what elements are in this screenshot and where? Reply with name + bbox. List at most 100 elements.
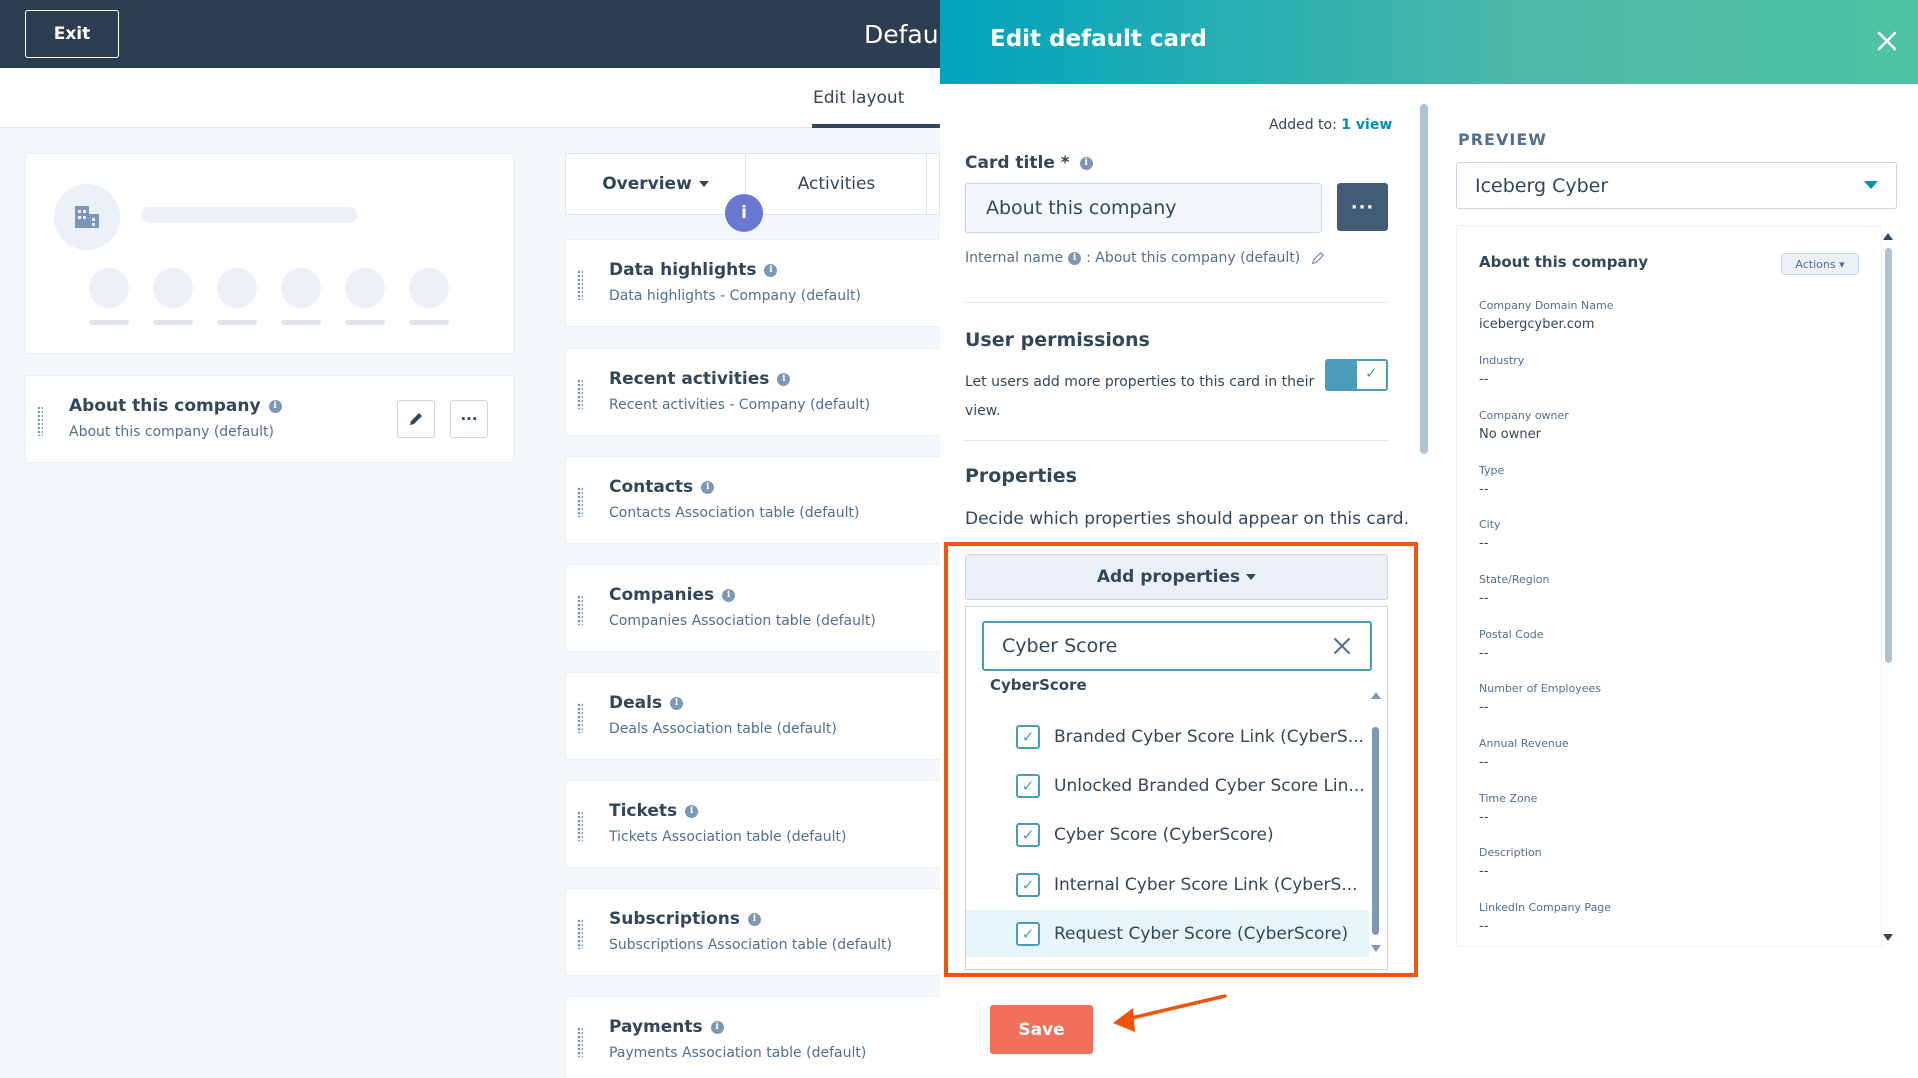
form-scrollbar-thumb[interactable] [1420, 104, 1428, 454]
checkbox-checked[interactable]: ✓ [1016, 773, 1040, 798]
info-icon[interactable]: i [710, 1020, 724, 1034]
property-value: -- [1479, 755, 1489, 770]
added-to-link[interactable]: 1 view [1341, 117, 1392, 133]
info-icon[interactable]: i [777, 372, 791, 386]
about-company-card[interactable]: About this company i About this company … [25, 375, 514, 463]
property-search-input[interactable]: Cyber Score [982, 621, 1372, 671]
name-placeholder [141, 207, 357, 223]
property-option-label: Internal Cyber Score Link (CyberS... [1054, 874, 1358, 895]
property-label: State/Region [1479, 573, 1550, 586]
scroll-up-arrow[interactable] [1371, 692, 1381, 699]
card-subtitle: Recent activities - Company (default) [609, 397, 871, 413]
preview-card-title: About this company [1479, 253, 1649, 271]
drag-handle-icon[interactable] [37, 406, 43, 436]
layout-card[interactable]: Data highlights i Data highlights - Compa… [565, 239, 945, 327]
panel-title: Edit default card [990, 26, 1207, 52]
layout-card[interactable]: Contacts i Contacts Association table (de… [565, 456, 945, 544]
card-title-text: Data highlights [609, 260, 757, 280]
layout-card[interactable]: Deals i Deals Association table (default) [565, 672, 945, 760]
checkbox-checked[interactable]: ✓ [1016, 724, 1040, 749]
property-option[interactable]: ✓ Request Cyber Score (CyberScore) [966, 910, 1369, 957]
property-option[interactable]: ✓ Unlocked Branded Cyber Score Lin... [966, 762, 1369, 809]
card-title: Data highlights i [609, 260, 778, 280]
info-badge[interactable]: i [725, 194, 763, 232]
arrow-annotation-icon [1113, 994, 1227, 1032]
card-subtitle: Subscriptions Association table (default… [609, 937, 892, 953]
checkbox-checked[interactable]: ✓ [1016, 921, 1040, 946]
property-option[interactable]: ✓ Branded Cyber Score Link (CyberS... [966, 713, 1369, 760]
preview-scrollbar-thumb[interactable] [1885, 248, 1892, 663]
card-title-input[interactable]: About this company [965, 183, 1322, 233]
drag-handle-icon[interactable] [577, 919, 583, 949]
edit-pencil-icon[interactable] [1311, 251, 1325, 265]
preview-property: Type -- [1479, 464, 1504, 497]
add-properties-label: Add properties [1096, 567, 1241, 587]
info-icon[interactable]: i [670, 696, 684, 710]
close-icon[interactable] [1872, 26, 1902, 56]
caret-down-icon [698, 181, 709, 187]
card-title-text: Companies [609, 585, 715, 605]
card-title-options-button[interactable]: ··· [1337, 183, 1388, 231]
info-icon[interactable]: i [1068, 251, 1082, 265]
info-icon[interactable]: i [685, 804, 699, 818]
preview-actions-button[interactable]: Actions ▾ [1781, 253, 1859, 275]
info-icon[interactable]: i [722, 588, 736, 602]
info-icon[interactable]: i [747, 912, 761, 926]
layout-card[interactable]: Companies i Companies Association table (… [565, 564, 945, 652]
checkbox-checked[interactable]: ✓ [1016, 872, 1040, 897]
property-option-label: Unlocked Branded Cyber Score Lin... [1054, 775, 1365, 796]
property-value: No owner [1479, 427, 1541, 442]
layout-card[interactable]: Recent activities i Recent activities - C… [565, 348, 945, 436]
save-button[interactable]: Save [990, 1005, 1093, 1054]
preview-record-select[interactable]: Iceberg Cyber [1456, 162, 1897, 209]
scroll-up-arrow[interactable] [1883, 233, 1893, 240]
scroll-down-arrow[interactable] [1883, 934, 1893, 941]
info-icon[interactable]: i [1079, 156, 1093, 170]
scroll-down-arrow[interactable] [1371, 945, 1381, 952]
layout-card[interactable]: Tickets i Tickets Association table (defa… [565, 780, 945, 868]
tab-edit-layout[interactable]: Edit layout [813, 88, 904, 108]
card-subtitle: Data highlights - Company (default) [609, 288, 861, 304]
card-title-text: About this company [69, 396, 261, 416]
drag-handle-icon[interactable] [577, 811, 583, 841]
edit-pencil-icon [410, 413, 422, 425]
checkbox-checked[interactable]: ✓ [1016, 822, 1040, 847]
property-option[interactable]: ✓ Cyber Score (CyberScore) [966, 811, 1369, 858]
drag-handle-icon[interactable] [577, 1027, 583, 1057]
card-title-text: Contacts [609, 477, 694, 497]
card-title: Payments i [609, 1017, 724, 1037]
drag-handle-icon[interactable] [577, 379, 583, 409]
layout-card[interactable]: Payments i Payments Association table (de… [565, 996, 945, 1078]
card-subtitle: Tickets Association table (default) [609, 829, 847, 845]
action-placeholder [89, 268, 129, 325]
preview-property: Company owner No owner [1479, 409, 1569, 442]
more-options-button[interactable]: ··· [450, 400, 488, 438]
drag-handle-icon[interactable] [577, 595, 583, 625]
properties-dropdown: CyberScore Cyber Score ✓ Branded Cyber S… [965, 606, 1388, 970]
layout-card[interactable]: Subscriptions i Subscriptions Association… [565, 888, 945, 976]
property-label: Description [1479, 846, 1542, 859]
info-icon[interactable]: i [268, 399, 282, 413]
card-title: Deals i [609, 693, 684, 713]
info-icon[interactable]: i [701, 480, 715, 494]
checkmark-icon: ✓ [1365, 364, 1378, 382]
edit-card-button[interactable] [397, 400, 435, 438]
drag-handle-icon[interactable] [577, 487, 583, 517]
property-option[interactable]: ✓ Internal Cyber Score Link (CyberS... [966, 861, 1369, 908]
clear-search-icon[interactable] [1332, 636, 1352, 656]
user-permissions-toggle[interactable]: ✓ [1325, 359, 1388, 391]
added-to-label: Added to: [1269, 117, 1337, 133]
card-subtitle: Companies Association table (default) [609, 613, 876, 629]
property-value: icebergcyber.com [1479, 317, 1595, 332]
tab-overview[interactable]: Overview [566, 154, 746, 214]
action-placeholder [409, 268, 449, 325]
add-properties-button[interactable]: Add properties [965, 554, 1388, 600]
exit-button[interactable]: Exit [25, 10, 119, 58]
drag-handle-icon[interactable] [577, 703, 583, 733]
property-value: -- [1479, 810, 1489, 825]
tab-activities[interactable]: Activities [747, 154, 927, 214]
dropdown-scrollbar-thumb[interactable] [1372, 727, 1379, 935]
drag-handle-icon[interactable] [577, 270, 583, 300]
info-icon[interactable]: i [764, 263, 778, 277]
property-value: -- [1479, 591, 1489, 606]
